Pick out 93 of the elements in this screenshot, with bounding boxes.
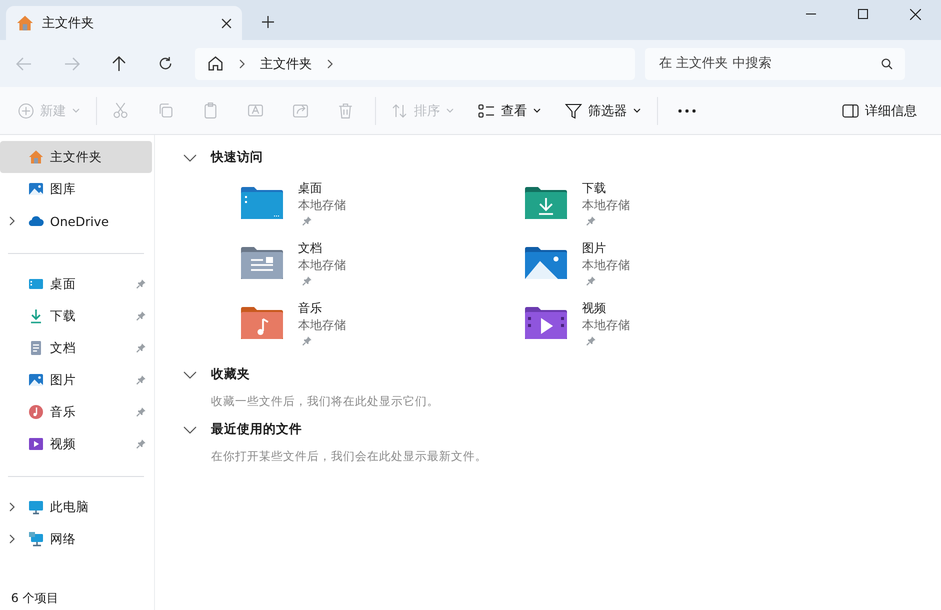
pin-icon — [136, 279, 146, 289]
expand-chevron-icon[interactable] — [8, 216, 16, 226]
monitor-icon — [28, 499, 44, 515]
item-count: 6 个项目 — [10, 590, 60, 607]
sidebar-item[interactable]: 下载 — [0, 300, 152, 332]
details-pane-icon — [842, 104, 859, 118]
sidebar-item[interactable]: 音乐 — [0, 396, 152, 428]
search-field[interactable]: 在 主文件夹 中搜索 — [645, 48, 905, 80]
sidebar-item[interactable]: 此电脑 — [0, 491, 152, 523]
up-icon[interactable] — [112, 56, 126, 72]
desktop-folder-icon — [240, 185, 284, 221]
pin-icon — [302, 276, 312, 286]
home-icon — [16, 14, 34, 32]
folder-tile[interactable]: 桌面 本地存储 — [240, 180, 524, 234]
download-folder-icon — [524, 185, 568, 221]
list-view-icon — [478, 102, 495, 118]
close-icon[interactable] — [910, 9, 921, 20]
pin-icon — [136, 375, 146, 385]
picture-icon — [28, 372, 44, 388]
caret-icon — [633, 108, 641, 113]
collapse-chevron-icon[interactable] — [183, 426, 197, 434]
close-icon[interactable] — [221, 18, 232, 28]
expand-chevron-icon[interactable] — [8, 502, 16, 512]
pin-icon — [586, 336, 596, 346]
rename-icon — [247, 102, 264, 119]
address-bar[interactable]: 主文件夹 — [195, 48, 635, 80]
sort-icon — [392, 102, 408, 118]
breadcrumb[interactable]: 主文件夹 — [260, 54, 312, 72]
pin-icon — [136, 311, 146, 321]
pin-icon — [302, 216, 312, 226]
folder-tile[interactable]: 图片 本地存储 — [524, 240, 744, 294]
refresh-icon[interactable] — [158, 56, 173, 71]
pin-icon — [136, 407, 146, 417]
expand-chevron-icon[interactable] — [8, 534, 16, 544]
music-icon — [28, 404, 44, 420]
cut-icon — [112, 102, 129, 119]
pin-icon — [586, 216, 596, 226]
tab-title: 主文件夹 — [42, 15, 95, 32]
copy-icon — [157, 102, 174, 119]
folder-tile[interactable]: 下载 本地存储 — [524, 180, 744, 234]
pin-icon — [586, 276, 596, 286]
sidebar-item[interactable]: 视频 — [0, 428, 152, 460]
caret-icon — [72, 108, 80, 113]
sidebar-item[interactable]: 主文件夹 — [0, 141, 152, 173]
empty-message: 收藏一些文件后，我们将在此处显示它们。 — [211, 394, 440, 409]
sidebar-item[interactable]: OneDrive — [0, 205, 152, 237]
filter-button[interactable]: 筛选器 — [557, 96, 649, 126]
document-icon — [28, 340, 44, 356]
picture-folder-icon — [524, 245, 568, 281]
home-icon — [28, 149, 44, 165]
pin-icon — [136, 343, 146, 353]
download-icon — [28, 308, 44, 324]
sidebar-item[interactable]: 桌面 — [0, 268, 152, 300]
section-title[interactable]: 收藏夹 — [211, 366, 250, 383]
share-icon — [292, 102, 309, 119]
section-title[interactable]: 最近使用的文件 — [211, 421, 302, 438]
breadcrumb-chevron-icon[interactable] — [238, 58, 246, 68]
pin-icon — [136, 439, 146, 449]
sidebar-item[interactable]: 图库 — [0, 173, 152, 205]
funnel-icon — [565, 102, 582, 118]
view-button[interactable]: 查看 — [470, 96, 549, 126]
maximize-icon[interactable] — [858, 9, 868, 19]
sidebar-item[interactable]: 图片 — [0, 364, 152, 396]
new-tab-icon[interactable] — [262, 16, 274, 28]
plus-circle-icon — [18, 102, 34, 118]
folder-tile[interactable]: 文档 本地存储 — [240, 240, 524, 294]
pin-icon — [302, 336, 312, 346]
network-icon — [28, 531, 44, 547]
collapse-chevron-icon[interactable] — [183, 154, 197, 162]
folder-tab[interactable]: 主文件夹 — [6, 6, 242, 40]
sidebar-item[interactable]: 文档 — [0, 332, 152, 364]
picture-icon — [28, 181, 44, 197]
cloud-icon — [28, 213, 44, 229]
breadcrumb-chevron-icon[interactable] — [326, 58, 334, 68]
caret-icon — [533, 108, 541, 113]
home-icon — [207, 55, 224, 72]
empty-message: 在你打开某些文件后，我们会在此处显示最新文件。 — [211, 449, 488, 464]
caret-icon — [446, 108, 454, 113]
sidebar-item[interactable]: 网络 — [0, 523, 152, 555]
paste-icon — [202, 102, 219, 119]
collapse-chevron-icon[interactable] — [183, 370, 197, 378]
desktop-icon — [28, 276, 44, 292]
video-icon — [28, 436, 44, 452]
section-title[interactable]: 快速访问 — [211, 149, 263, 166]
video-folder-icon — [524, 305, 568, 341]
details-button[interactable]: 详细信息 — [834, 96, 925, 126]
more-icon[interactable] — [678, 108, 696, 112]
folder-tile[interactable]: 音乐 本地存储 — [240, 300, 524, 354]
music-folder-icon — [240, 305, 284, 341]
search-icon — [881, 58, 893, 70]
delete-icon — [337, 102, 354, 119]
document-folder-icon — [240, 245, 284, 281]
folder-tile[interactable]: 视频 本地存储 — [524, 300, 744, 354]
